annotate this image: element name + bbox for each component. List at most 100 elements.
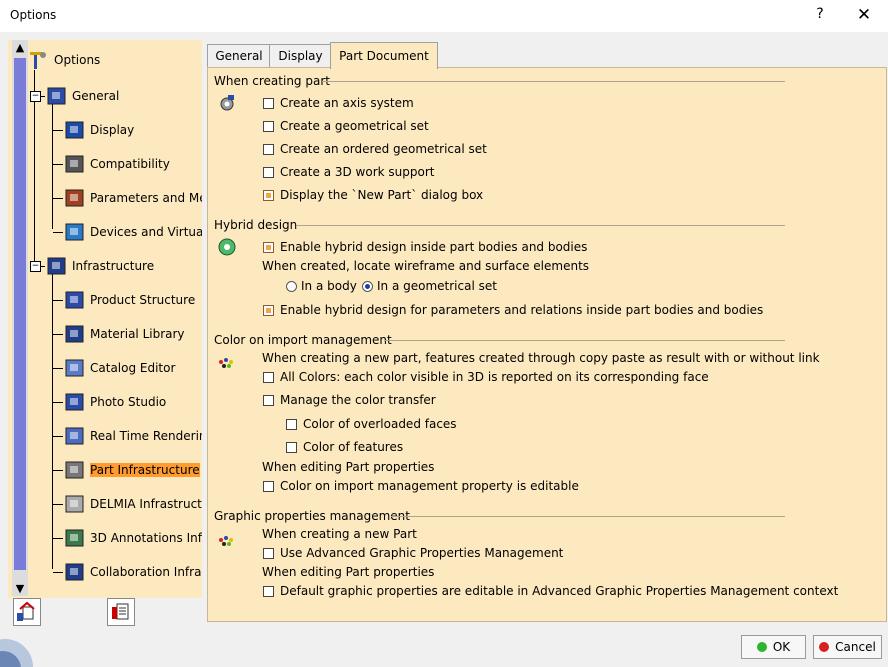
tree-item-label: Product Structure [90,293,196,307]
all-colors-option[interactable]: All Colors: each color visible in 3D is … [263,370,709,384]
default-graphic-option[interactable]: Default graphic properties are editable … [263,584,838,598]
radio-geo-set-button[interactable] [362,280,373,292]
overloaded-faces-checkbox[interactable] [286,418,297,430]
tree-item-general[interactable]: General [46,82,119,110]
creating-option-checkbox[interactable] [263,189,274,201]
help-button[interactable]: ? [810,6,830,26]
advanced-graphic-option[interactable]: Use Advanced Graphic Properties Manageme… [263,546,563,560]
tree-item-part-infrastructure[interactable]: Part Infrastructure [64,456,200,484]
radio-geo-set-label: In a geometrical set [377,279,497,293]
title-bar: Options ? ✕ [0,0,888,32]
cancel-label: Cancel [835,640,876,654]
default-graphic-label: Default graphic properties are editable … [280,584,839,598]
tree-item-photo-studio[interactable]: Photo Studio [64,388,166,416]
tab-display[interactable]: Display [269,44,332,67]
creating-option[interactable]: Create an axis system [263,96,414,110]
parameters-icon [64,187,86,209]
tree-item-label: Collaboration Infrastr [90,565,202,579]
tree-item-options[interactable]: Options [28,46,100,74]
graphic-creating-label: When creating a new Part [262,527,417,541]
color-features-label: Color of features [303,440,404,454]
tree-item-catalog-editor[interactable]: Catalog Editor [64,354,175,382]
tree-item-product-structure[interactable]: Product Structure [64,286,195,314]
tree-item-3d-annotations-infras[interactable]: 3D Annotations Infras [64,524,202,552]
creating-option-checkbox[interactable] [263,97,274,109]
general-icon [46,85,68,107]
tree-item-display[interactable]: Display [64,116,134,144]
radio-in-geometrical-set[interactable]: In a geometrical set [362,279,497,293]
all-colors-checkbox[interactable] [263,371,274,383]
annotations-icon [64,527,86,549]
tree-item-parameters-and-meas[interactable]: Parameters and Meas [64,184,202,212]
collapse-icon[interactable]: − [30,261,41,272]
color-editable-checkbox[interactable] [263,480,274,492]
manage-transfer-checkbox[interactable] [263,394,274,406]
creating-option[interactable]: Create an ordered geometrical set [263,142,487,156]
color-features-option[interactable]: Color of features [286,440,403,454]
overloaded-faces-option[interactable]: Color of overloaded faces [286,417,457,431]
tab-part-document[interactable]: Part Document [330,42,438,69]
infrastructure-icon [46,255,68,277]
cancel-button[interactable]: Cancel [813,635,882,659]
tree-connector [53,538,63,539]
tree-connector [53,470,63,471]
creating-option[interactable]: Display the `New Part` dialog box [263,188,483,202]
scroll-thumb[interactable] [14,58,26,570]
tree-connector [53,572,63,573]
hybrid-params-option[interactable]: Enable hybrid design for parameters and … [263,303,763,317]
tree-item-label: Compatibility [90,157,170,171]
locate-label: When created, locate wireframe and surfa… [262,259,590,273]
default-graphic-checkbox[interactable] [263,585,274,597]
manage-transfer-option[interactable]: Manage the color transfer [263,393,436,407]
tree-connector [53,164,63,165]
hybrid-bodies-checkbox[interactable] [263,241,274,253]
creating-option-checkbox[interactable] [263,166,274,178]
tree-connector [53,334,63,335]
all-colors-label: All Colors: each color visible in 3D is … [280,370,709,384]
section-title-hybrid: Hybrid design [214,218,298,232]
radio-in-body-label: In a body [301,279,357,293]
color-editing-label: When editing Part properties [262,460,435,474]
tree-item-devices-and-virtual-re[interactable]: Devices and Virtual Re [64,218,202,246]
creating-option-label: Create an ordered geometrical set [280,142,487,156]
tree-connector [52,104,53,229]
tree-item-infrastructure[interactable]: Infrastructure [46,252,154,280]
color-editable-option[interactable]: Color on import management property is e… [263,479,579,493]
creating-option-checkbox[interactable] [263,120,274,132]
hybrid-params-checkbox[interactable] [263,304,274,316]
tree-item-material-library[interactable]: Material Library [64,320,185,348]
tree-item-delmia-infrastructure[interactable]: DELMIA Infrastructure [64,490,202,518]
section-divider [391,516,785,517]
display-icon [64,119,86,141]
rendering-icon [64,425,86,447]
globe-corner-icon [0,639,33,667]
section-title-creating: When creating part [214,74,330,88]
color-features-checkbox[interactable] [286,441,297,453]
creating-option-checkbox[interactable] [263,143,274,155]
tree-item-label: Display [90,123,135,137]
tree-connector [53,402,63,403]
scroll-down-icon[interactable]: ▼ [12,581,28,596]
tab-general[interactable]: General [207,44,271,67]
radio-in-body-button[interactable] [286,280,297,292]
hybrid-bodies-option[interactable]: Enable hybrid design inside part bodies … [263,240,587,254]
collapse-icon[interactable]: − [30,91,41,102]
close-button[interactable]: ✕ [852,5,876,27]
ok-button[interactable]: OK [741,635,806,659]
advanced-graphic-checkbox[interactable] [263,547,274,559]
tree-item-collaboration-infrastr[interactable]: Collaboration Infrastr [64,558,202,586]
tree-item-label: General [72,89,120,103]
creating-option[interactable]: Create a geometrical set [263,119,429,133]
tree-scrollbar[interactable]: ▲ ▼ [12,40,28,596]
tree-connector [53,300,63,301]
radio-in-body[interactable]: In a body [286,279,357,293]
hybrid-bodies-label: Enable hybrid design inside part bodies … [280,240,588,254]
section-divider [384,340,785,341]
options-tree: Options General − Display Compatibility Para… [8,40,202,598]
creating-option[interactable]: Create a 3D work support [263,165,434,179]
tree-item-real-time-rendering[interactable]: Real Time Rendering [64,422,202,450]
export-settings-icon[interactable] [107,598,135,626]
scroll-up-icon[interactable]: ▲ [12,40,28,55]
tree-item-compatibility[interactable]: Compatibility [64,150,170,178]
overloaded-faces-label: Color of overloaded faces [303,417,457,431]
